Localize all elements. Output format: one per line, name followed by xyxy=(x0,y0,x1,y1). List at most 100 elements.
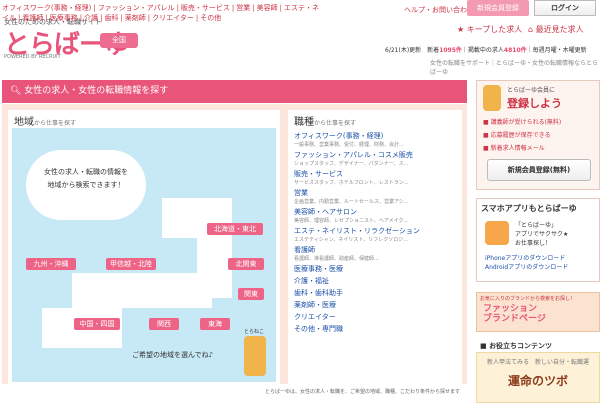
job-sub: サービススタッフ、ホテルフロント、レストラン... xyxy=(294,180,409,186)
region-kyushu-okinawa[interactable]: 九州・沖縄 xyxy=(26,258,76,270)
job-link[interactable]: 美容師・ヘアサロン xyxy=(294,207,456,217)
posted-count: 4810件 xyxy=(503,47,527,54)
member-benefit: ■ 応募履歴が保存できる xyxy=(483,132,551,139)
useful-contents-heading: ■ お役立ちコンテンツ xyxy=(480,342,553,350)
update-schedule: 毎週月曜・木曜更新 xyxy=(532,47,587,54)
app-desc-3: お仕事探し！ xyxy=(515,240,552,247)
kept-jobs-link[interactable]: ★ キープした求人 xyxy=(457,24,522,35)
top-nav-link[interactable]: 販売・サービス xyxy=(181,4,230,12)
region-search: 地域から仕事を探す 女性の求人・転職の情報を 地域から検索できます！ 北海道・東北… xyxy=(8,110,280,386)
region-koshinetsu-hokuriku[interactable]: 甲信越・北陸 xyxy=(106,258,156,270)
job-link[interactable]: クリエイター xyxy=(294,312,456,322)
recent-jobs-link[interactable]: ⌂ 最近見た求人 xyxy=(528,24,584,35)
nav-separator: | xyxy=(100,14,103,22)
nav-separator: | xyxy=(93,4,96,12)
search-icon: 🔍︎ xyxy=(10,86,25,96)
job-item: ファッション・アパレル・コスメ販売 ショップスタッフ、デザイナー、パタンナー、ス.… xyxy=(294,150,456,167)
top-nav-link[interactable]: ファッション・アパレル xyxy=(98,4,175,12)
job-title-main: 職種 xyxy=(294,117,314,128)
job-title-sub: から仕事を探す xyxy=(314,120,357,127)
job-link[interactable]: オフィスワーク(事務・経理) xyxy=(294,131,456,141)
new-label: 新着 xyxy=(427,47,440,54)
job-item: クリエイター xyxy=(294,312,456,322)
footer-text: とらばーゆは、女性の求人・転職を、ご希望の地域、職種、こだわり条件から探せます xyxy=(265,389,461,395)
area-select-button[interactable]: 全国 xyxy=(100,33,138,48)
region-kanto[interactable]: 関東 xyxy=(238,288,264,300)
region-title-main: 地域 xyxy=(14,117,34,128)
map-speech-bubble: 女性の求人・転職の情報を 地域から検索できます！ xyxy=(26,150,146,220)
banner-sub: お気に入りのブランドから検索をお探し！ xyxy=(480,296,576,302)
cat-mascot xyxy=(483,85,501,111)
job-type-search: 職種から仕事を探す オフィスワーク(事務・経理) 一般事務、営業事務、受付、経理、… xyxy=(288,110,462,386)
useful-contents-label: お役立ちコンテンツ xyxy=(489,342,553,350)
job-link[interactable]: 営業 xyxy=(294,188,456,198)
nav-separator: | xyxy=(279,4,282,12)
job-link[interactable]: ファッション・アパレル・コスメ販売 xyxy=(294,150,456,160)
iphone-app-link[interactable]: iPhoneアプリのダウンロード xyxy=(485,253,568,262)
job-stats: 6/21(木)更新 新着1095件｜掲載中の求人4810件｜毎週月曜・木曜更新 xyxy=(385,47,587,54)
app-desc-1: 「とらばーゆ」 xyxy=(515,222,558,229)
region-hokkaido-tohoku[interactable]: 北海道・東北 xyxy=(207,223,263,235)
speech-line1: 女性の求人・転職の情報を xyxy=(44,168,128,176)
app-promo: スマホアプリもとらばーゆ 「とらばーゆ」 アプリでサクサク★ お仕事探し！ iPho… xyxy=(476,198,600,282)
job-link[interactable]: その他・専門職 xyxy=(294,324,456,334)
job-link[interactable]: エステ・ネイリスト・リラクゼーション xyxy=(294,226,456,236)
japan-map[interactable]: 女性の求人・転職の情報を 地域から検索できます！ 北海道・東北 九州・沖縄 甲信越… xyxy=(12,128,276,382)
job-sub: 一般事務、営業事務、受付、経理、財務、会計... xyxy=(294,142,404,148)
region-tokai[interactable]: 東海 xyxy=(200,318,230,330)
banner-line1: ファッション xyxy=(483,304,538,314)
fortune-title: 運命のツボ xyxy=(507,374,568,388)
job-link[interactable]: 看護師 xyxy=(294,245,456,255)
app-desc: 「とらばーゆ」 アプリでサクサク★ お仕事探し！ xyxy=(515,221,568,248)
top-nav-link[interactable]: クリエイター xyxy=(152,14,194,22)
region-kansai[interactable]: 関西 xyxy=(149,318,179,330)
job-link[interactable]: 医療事務・医療 xyxy=(294,264,456,274)
job-link[interactable]: 介護・福祉 xyxy=(294,276,456,286)
top-nav-link[interactable]: 薬剤師 xyxy=(125,14,146,22)
top-nav-link[interactable]: 歯科 xyxy=(104,14,118,22)
fashion-brand-banner[interactable]: お気に入りのブランドから検索をお探し！ ファッション ブランドページ xyxy=(476,292,600,332)
job-item: エステ・ネイリスト・リラクゼーション エステティシャン、ネイリスト、リフレクソロジ… xyxy=(294,226,456,243)
member-register-button[interactable]: 新規会員登録(無料) xyxy=(487,159,591,181)
fortune-sub: 新人甲法てみる 新しい自分・転職運 xyxy=(486,359,589,366)
cat-label: とらねこ xyxy=(244,329,265,335)
register-button[interactable]: 新規会員登録 xyxy=(467,0,529,16)
new-count: 1095件 xyxy=(439,47,462,54)
top-nav-link[interactable]: 営業 xyxy=(236,4,250,12)
about-text: 女性の転職をサポート｜とらばーゆ・女性の転職情報ならとらばーゆ xyxy=(430,60,599,76)
job-sub: 看護師、准看護師、助産師、保健師... xyxy=(294,256,379,262)
fortune-banner[interactable]: 新人甲法てみる 新しい自分・転職運 運命のツボ xyxy=(476,352,600,403)
top-nav-link[interactable]: 看護師 xyxy=(22,14,43,22)
app-title: スマホアプリもとらばーゆ xyxy=(481,204,577,213)
job-link[interactable]: 販売・サービス xyxy=(294,169,456,179)
member-benefits: ■ 講義師が受けられる(無料) ■ 応募履歴が保存できる ■ 新着求人情報メール xyxy=(483,117,561,156)
help-link[interactable]: ヘルプ・お問い合わせ xyxy=(404,5,474,15)
login-button[interactable]: ログイン xyxy=(534,0,596,16)
job-title: 職種から仕事を探す xyxy=(288,110,462,131)
cat-mascot xyxy=(244,336,266,376)
region-kita-kanto[interactable]: 北関東 xyxy=(228,258,264,270)
job-item: 美容師・ヘアサロン 美容師、理容師、レセプショニスト、ヘアメイク... xyxy=(294,207,456,224)
region-chugoku-shikoku[interactable]: 中国・四国 xyxy=(74,318,120,330)
top-nav-link[interactable]: その他 xyxy=(200,14,221,22)
job-list: オフィスワーク(事務・経理) 一般事務、営業事務、受付、経理、財務、会計... ファ… xyxy=(288,131,462,334)
top-nav-link[interactable]: オフィスワーク(事務・経理) xyxy=(2,4,91,12)
powered-by: POWERED BY RECRUIT xyxy=(4,54,61,60)
search-heading: 女性の求人・女性の転職情報を探す xyxy=(24,86,169,96)
job-item: オフィスワーク(事務・経理) 一般事務、営業事務、受付、経理、財務、会計... xyxy=(294,131,456,148)
job-link[interactable]: 薬剤師・医療 xyxy=(294,300,456,310)
speech-line2: 地域から検索できます！ xyxy=(47,181,125,189)
member-benefit: ■ 講義師が受けられる(無料) xyxy=(483,119,562,126)
nav-separator: | xyxy=(176,4,179,12)
top-category-nav: オフィスワーク(事務・経理) | ファッション・アパレル | 販売・サービス | 営業 | 美容… xyxy=(2,3,322,23)
top-nav-link[interactable]: 介護 xyxy=(84,14,98,22)
job-item: 医療事務・医療 xyxy=(294,264,456,274)
nav-separator: | xyxy=(195,14,199,22)
top-nav-link[interactable]: 美容師 xyxy=(257,4,278,12)
posted-label: 掲載中の求人 xyxy=(467,47,504,54)
android-app-link[interactable]: Androidアプリのダウンロード xyxy=(485,262,568,271)
nav-separator: | xyxy=(231,4,235,12)
job-item: 介護・福祉 xyxy=(294,276,456,286)
job-link[interactable]: 歯科・歯科助手 xyxy=(294,288,456,298)
top-nav-link[interactable]: 医療事務 xyxy=(50,14,78,22)
